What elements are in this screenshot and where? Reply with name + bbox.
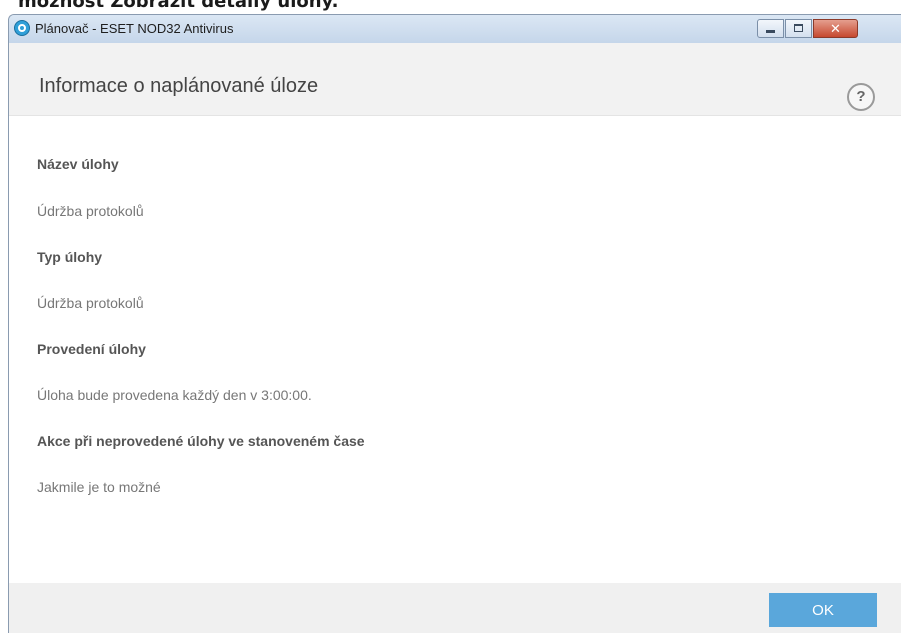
close-icon: ✕ <box>830 21 841 36</box>
scheduler-window: Plánovač - ESET NOD32 Antivirus ✕ Inform… <box>8 14 901 633</box>
ok-button[interactable]: OK <box>769 593 877 627</box>
dialog-header: Informace o naplánované úloze ? <box>9 43 901 116</box>
maximize-button[interactable] <box>785 19 812 38</box>
task-details: Název úlohy Údržba protokolů Typ úlohy Ú… <box>9 116 901 583</box>
minimize-button[interactable] <box>757 19 784 38</box>
task-type-label: Typ úlohy <box>37 249 103 265</box>
minimize-icon <box>766 30 775 33</box>
missed-task-action-value: Jakmile je to možné <box>37 479 161 495</box>
window-title: Plánovač - ESET NOD32 Antivirus <box>35 21 234 36</box>
document-caption: možnost Zobrazit detaily úlohy. <box>0 0 901 14</box>
missed-task-action-label: Akce při neprovedené úlohy ve stanoveném… <box>37 433 365 449</box>
maximize-icon <box>794 24 803 32</box>
task-name-value: Údržba protokolů <box>37 203 144 219</box>
task-name-label: Název úlohy <box>37 156 119 172</box>
page-title: Informace o naplánované úloze <box>39 75 319 97</box>
caption-text: možnost Zobrazit detaily úlohy. <box>18 0 339 12</box>
title-bar[interactable]: Plánovač - ESET NOD32 Antivirus ✕ <box>9 15 901 43</box>
dialog-footer: OK <box>9 583 901 633</box>
task-execution-value: Úloha bude provedena každý den v 3:00:00… <box>37 387 312 403</box>
task-type-value: Údržba protokolů <box>37 295 144 311</box>
close-button[interactable]: ✕ <box>813 19 858 38</box>
task-execution-label: Provedení úlohy <box>37 341 146 357</box>
eset-logo-icon <box>14 20 30 36</box>
help-icon[interactable]: ? <box>847 83 875 111</box>
